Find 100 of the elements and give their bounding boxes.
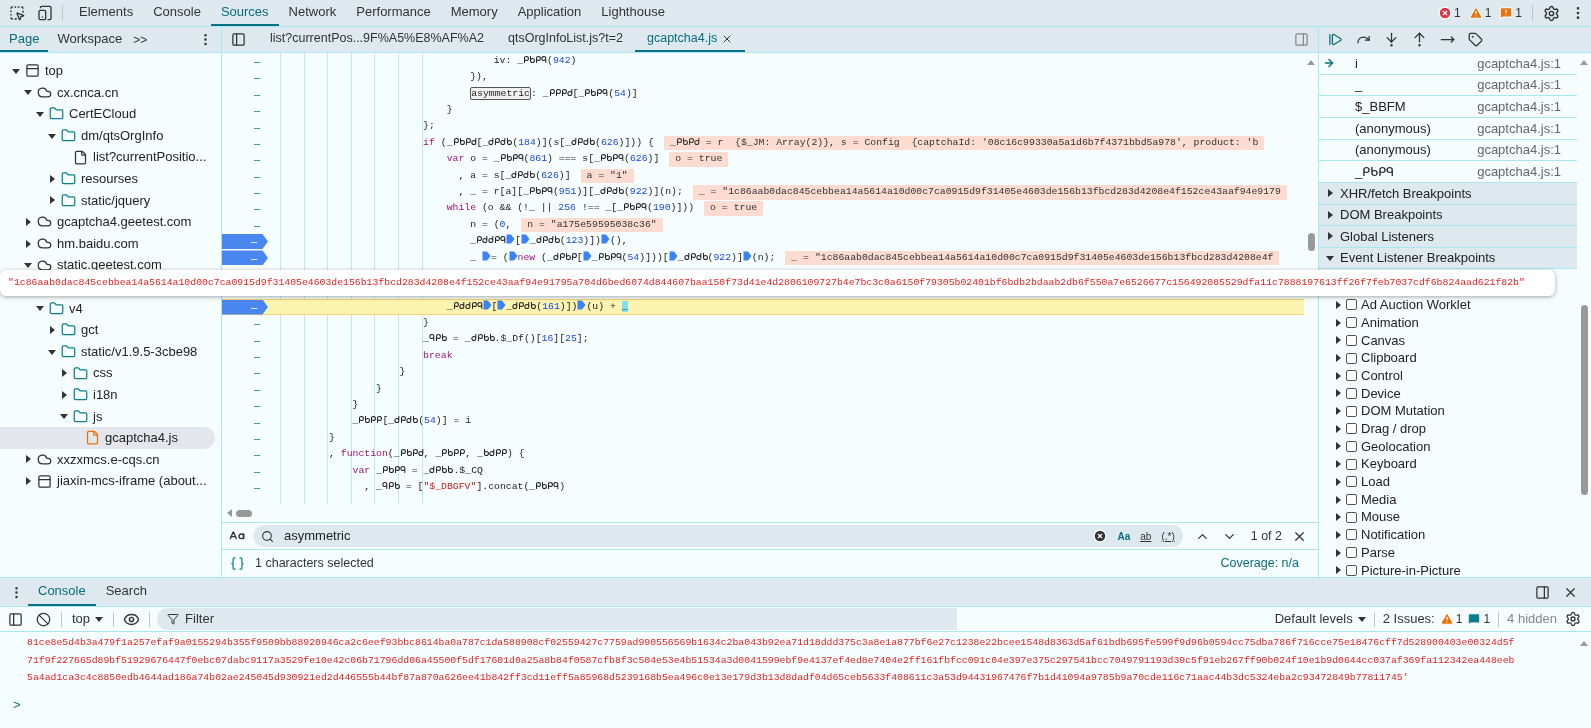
inspect-icon[interactable] — [9, 5, 25, 21]
scroll-left-icon[interactable] — [227, 509, 232, 517]
navigator-tab[interactable]: Workspace — [48, 27, 132, 52]
collapsed-triangle-icon[interactable] — [48, 196, 56, 205]
collapsed-triangle-icon[interactable] — [48, 325, 56, 334]
inline-breakpoint-icon[interactable] — [520, 234, 530, 245]
scrollbar-thumb[interactable] — [1580, 305, 1588, 495]
resume-icon[interactable] — [1328, 32, 1343, 47]
toggle-navigator-icon[interactable] — [231, 32, 246, 47]
checkbox[interactable] — [1346, 423, 1357, 435]
inline-breakpoint-icon[interactable] — [508, 250, 518, 261]
checkbox[interactable] — [1346, 405, 1357, 417]
search-field[interactable]: asymmetric Aa ab (.*) — [253, 525, 1183, 547]
tree-item[interactable]: xxzxmcs.e-cqs.cn — [0, 448, 221, 471]
expanded-triangle-icon[interactable] — [48, 347, 56, 356]
breakpoint-marker[interactable]: – — [222, 234, 268, 249]
dropdown-caret-icon[interactable] — [95, 615, 104, 623]
inline-breakpoint-icon[interactable] — [600, 234, 610, 245]
expanded-triangle-icon[interactable] — [24, 261, 32, 270]
step-into-icon[interactable] — [1384, 32, 1399, 47]
search-option[interactable]: ab — [1140, 528, 1152, 544]
pretty-print-icon[interactable] — [230, 556, 245, 571]
panel-tab[interactable]: Lighthouse — [591, 0, 675, 26]
dropdown-caret-icon[interactable] — [1357, 615, 1366, 623]
console-prompt[interactable]: > — [13, 694, 1577, 714]
collapsed-triangle-icon[interactable] — [60, 369, 68, 378]
expanded-triangle-icon[interactable] — [24, 88, 32, 97]
collapsed-triangle-icon[interactable] — [1326, 210, 1334, 219]
inline-breakpoint-icon[interactable] — [482, 299, 492, 310]
tree-item[interactable]: hm.baidu.com — [0, 232, 221, 255]
clear-icon[interactable] — [1093, 529, 1108, 543]
drawer-tab[interactable]: Search — [95, 578, 157, 606]
issue-counter[interactable]: 1 — [1499, 4, 1522, 22]
expanded-triangle-icon[interactable] — [1326, 253, 1334, 262]
checkbox[interactable] — [1346, 564, 1357, 576]
section-header[interactable]: Event Listener Breakpoints — [1319, 247, 1577, 270]
call-frame[interactable]: (anonymous) gcaptcha4.js:1 — [1319, 139, 1577, 162]
expanded-triangle-icon[interactable] — [12, 66, 20, 75]
tree-item[interactable]: resourses — [0, 167, 221, 190]
tree-item[interactable]: gct — [0, 319, 221, 341]
drawer-tab[interactable]: Console — [28, 578, 96, 606]
breakpoint-marker[interactable]: – — [222, 250, 268, 266]
toggle-debugger-icon[interactable] — [1294, 32, 1309, 47]
inline-breakpoint-icon[interactable] — [481, 250, 491, 261]
panel-tab[interactable]: Elements — [69, 0, 144, 26]
scroll-up-icon[interactable] — [1307, 60, 1315, 65]
breakpoint-marker[interactable]: – — [222, 299, 268, 315]
panel-tab[interactable]: Network — [278, 0, 347, 26]
tree-item[interactable]: js — [0, 405, 221, 428]
tree-item[interactable]: i18n — [0, 383, 221, 406]
checkbox[interactable] — [1346, 494, 1357, 506]
inline-breakpoint-icon[interactable] — [577, 299, 587, 310]
collapsed-triangle-icon[interactable] — [24, 477, 32, 486]
collapsed-triangle-icon[interactable] — [24, 239, 32, 248]
call-frame[interactable]: (anonymous) gcaptcha4.js:1 — [1319, 118, 1577, 140]
tree-item[interactable]: v4 — [0, 297, 221, 320]
navigator-tab[interactable]: Page — [0, 27, 49, 52]
more-tabs-button[interactable]: >> — [133, 30, 148, 49]
checkbox[interactable] — [1346, 476, 1357, 488]
panel-tab[interactable]: Memory — [440, 0, 508, 26]
step-out-icon[interactable] — [1412, 32, 1427, 47]
checkbox[interactable] — [1346, 511, 1357, 523]
file-tab[interactable]: gcaptcha4.js — [635, 27, 746, 52]
sidebar-icon[interactable] — [8, 611, 23, 627]
device-icon[interactable] — [37, 5, 53, 21]
checkbox[interactable] — [1346, 529, 1357, 541]
clear-console-icon[interactable] — [36, 611, 51, 627]
checkbox[interactable] — [1346, 458, 1357, 470]
issue-counter[interactable]: 1 — [1468, 4, 1492, 22]
tree-item[interactable]: cx.cnca.cn — [0, 81, 221, 104]
expanded-triangle-icon[interactable] — [48, 131, 56, 140]
inline-breakpoint-icon[interactable] — [668, 250, 678, 261]
file-tab[interactable]: qtsOrgInfoList.js?t=2 — [496, 27, 635, 52]
dock-icon[interactable] — [1535, 584, 1550, 600]
coverage-status[interactable]: Coverage: n/a — [1220, 554, 1299, 573]
tree-item[interactable]: static/jquery — [0, 189, 221, 212]
call-frame[interactable]: _ gcaptcha4.js:1 — [1319, 74, 1577, 97]
settings-icon[interactable] — [1565, 611, 1581, 627]
tree-item[interactable]: gcaptcha4.geetest.com — [0, 211, 221, 233]
section-header[interactable]: Global Listeners — [1319, 226, 1577, 248]
call-frame[interactable]: i gcaptcha4.js:1 — [1319, 53, 1577, 75]
tree-item[interactable]: static/v1.9.5-3cbe98 — [0, 340, 221, 363]
checkbox[interactable] — [1346, 387, 1357, 399]
tree-item[interactable]: jiaxin-mcs-iframe (about... — [0, 470, 221, 492]
panel-tab[interactable]: Console — [143, 0, 211, 26]
inline-breakpoint-icon[interactable] — [497, 299, 507, 310]
tree-item[interactable]: list?currentPositio... — [0, 146, 221, 168]
checkbox[interactable] — [1346, 440, 1357, 452]
checkbox[interactable] — [1346, 370, 1357, 382]
collapsed-triangle-icon[interactable] — [1326, 232, 1334, 241]
inline-breakpoint-icon[interactable] — [742, 250, 752, 261]
tree-item[interactable]: top — [0, 60, 221, 82]
tree-item[interactable]: dm/qtsOrgInfo — [0, 124, 221, 147]
checkbox[interactable] — [1346, 547, 1357, 559]
collapsed-triangle-icon[interactable] — [60, 390, 68, 399]
checkbox[interactable] — [1346, 317, 1357, 329]
expanded-triangle-icon[interactable] — [60, 412, 68, 421]
collapsed-triangle-icon[interactable] — [24, 455, 32, 464]
issue-counter[interactable]: 1 — [1439, 610, 1463, 628]
scroll-up-icon[interactable] — [1580, 60, 1588, 65]
